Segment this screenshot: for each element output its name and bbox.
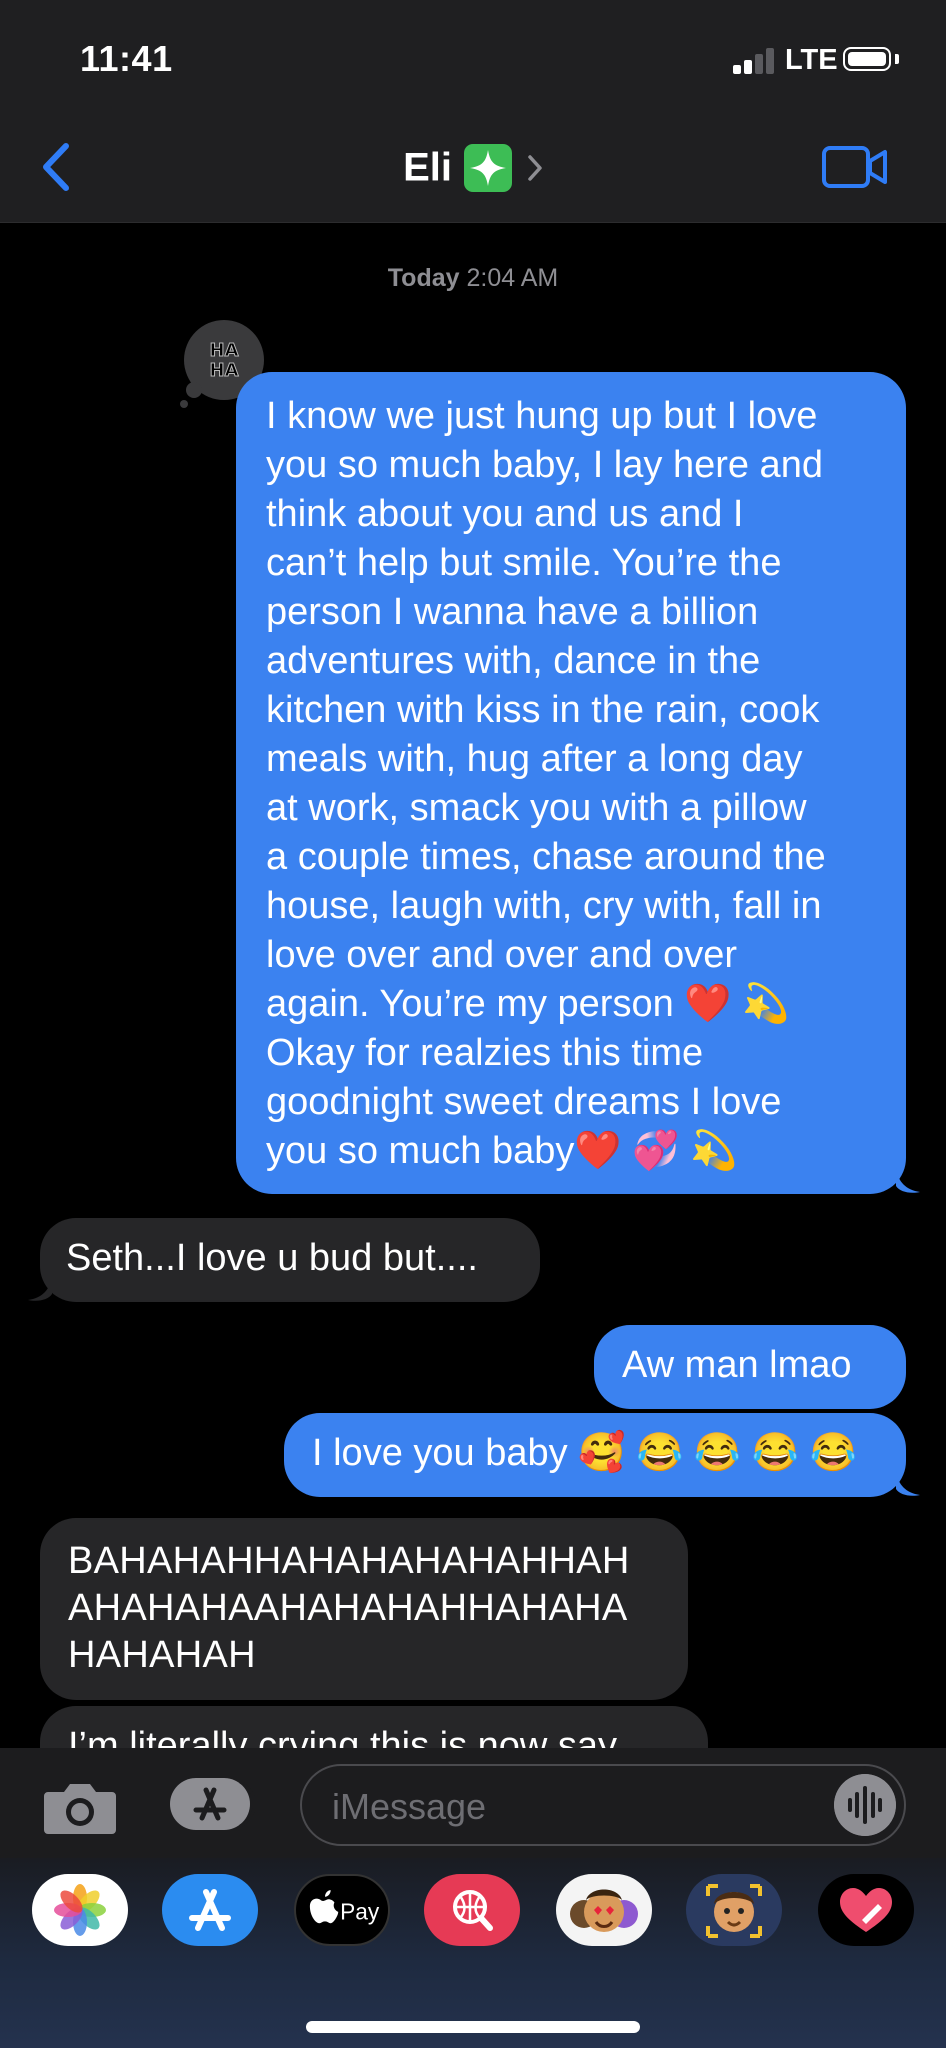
bubble-tail xyxy=(896,1471,920,1496)
sent-message-bubble[interactable]: I know we just hung up but I love you so… xyxy=(236,372,906,1194)
message-timestamp: Today 2:04 AM xyxy=(0,264,946,293)
facetime-video-icon[interactable] xyxy=(822,146,888,188)
received-message-bubble[interactable]: BAHAHAHHAHAHAHAHAHHAH AHAHAHAAHAHAHAHHAH… xyxy=(40,1518,688,1700)
cellular-signal-icon xyxy=(733,48,774,74)
conversation-header: Eli xyxy=(0,110,946,223)
digital-touch-app-icon[interactable] xyxy=(818,1874,914,1946)
apple-pay-app-icon[interactable]: Pay xyxy=(294,1874,390,1946)
imessage-app-drawer: Pay xyxy=(0,1858,946,2048)
message-composer: iMessage xyxy=(0,1748,946,1858)
sent-message-bubble[interactable]: I love you baby 🥰 😂 😂 😂 😂 xyxy=(284,1413,906,1497)
camera-icon[interactable] xyxy=(42,1778,118,1836)
network-type: LTE xyxy=(785,44,838,76)
app-store-drawer-icon[interactable] xyxy=(168,1774,256,1834)
bubble-tail xyxy=(28,1276,52,1301)
battery-icon xyxy=(843,47,891,71)
contact-title[interactable]: Eli xyxy=(0,144,946,192)
svg-text:HA: HA xyxy=(210,360,239,381)
svg-text:HA: HA xyxy=(210,340,239,361)
sent-message-bubble[interactable]: Aw man lmao xyxy=(594,1325,906,1409)
svg-text:Pay: Pay xyxy=(340,1898,380,1924)
status-bar: 11:41 LTE xyxy=(0,0,946,110)
audio-message-icon[interactable] xyxy=(834,1774,896,1836)
status-time: 11:41 xyxy=(80,38,173,79)
imessage-input[interactable]: iMessage xyxy=(300,1764,906,1846)
timestamp-time: 2:04 AM xyxy=(466,264,559,292)
timestamp-day: Today xyxy=(387,264,460,292)
contact-name: Eli xyxy=(403,145,452,190)
home-indicator[interactable] xyxy=(306,2021,640,2033)
photos-app-icon[interactable] xyxy=(32,1874,128,1946)
imessage-placeholder: iMessage xyxy=(332,1786,487,1827)
sparkles-icon xyxy=(464,144,513,192)
app-store-app-icon[interactable] xyxy=(162,1874,258,1946)
bubble-tail xyxy=(896,1168,920,1193)
chevron-right-icon xyxy=(528,155,542,181)
received-message-bubble[interactable]: Seth...I love u bud but.... xyxy=(40,1218,540,1302)
web-images-app-icon[interactable] xyxy=(424,1874,520,1946)
memoji-stickers-app-icon[interactable] xyxy=(556,1874,652,1946)
animoji-app-icon[interactable] xyxy=(686,1874,782,1946)
